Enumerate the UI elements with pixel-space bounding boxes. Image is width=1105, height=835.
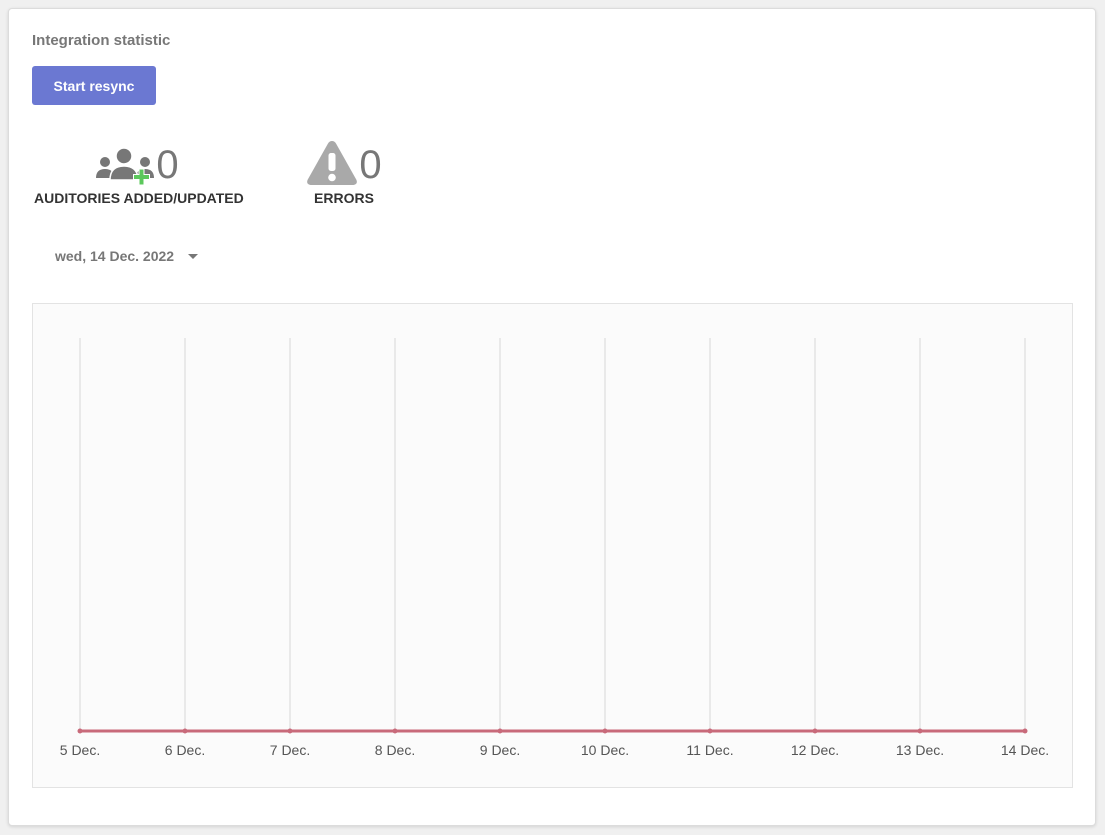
- x-tick-label-6: 11 Dec.: [686, 742, 733, 758]
- data-point-5[interactable]: [602, 728, 608, 734]
- x-tick-label-5: 10 Dec.: [581, 742, 629, 758]
- chevron-down-icon: [188, 253, 199, 259]
- data-point-7[interactable]: [812, 728, 818, 734]
- data-point-6[interactable]: [707, 728, 713, 734]
- data-point-4[interactable]: [497, 728, 503, 734]
- data-point-3[interactable]: [392, 728, 398, 734]
- data-point-0[interactable]: [77, 728, 83, 734]
- start-resync-button[interactable]: Start resync: [32, 66, 156, 105]
- x-tick-label-3: 8 Dec.: [375, 742, 415, 758]
- x-tick-label-4: 9 Dec.: [480, 742, 520, 758]
- data-point-8[interactable]: [917, 728, 923, 734]
- stat-errors: 0 ERRORS: [305, 137, 383, 206]
- warning-icon: [307, 141, 358, 185]
- chart-container: 5 Dec. 6 Dec. 7 Dec. 8 Dec. 9 Dec. 10 Dec. 11 …: [32, 303, 1073, 788]
- date-dropdown[interactable]: wed, 14 Dec. 2022: [55, 248, 199, 264]
- x-tick-label-2: 7 Dec.: [270, 742, 310, 758]
- data-point-2[interactable]: [287, 728, 293, 734]
- x-tick-label-9: 14 Dec.: [1001, 742, 1049, 758]
- line-chart: 5 Dec. 6 Dec. 7 Dec. 8 Dec. 9 Dec. 10 Dec. 11 …: [60, 338, 1049, 758]
- auditories-count: 0: [156, 143, 179, 187]
- data-point-9[interactable]: [1022, 728, 1028, 734]
- x-tick-label-0: 5 Dec.: [60, 742, 100, 758]
- panel-title: Integration statistic: [32, 32, 171, 49]
- errors-label: ERRORS: [314, 190, 374, 206]
- errors-count: 0: [359, 143, 382, 187]
- auditories-label: AUDITORIES ADDED/UPDATED: [34, 190, 244, 206]
- x-tick-label-1: 6 Dec.: [165, 742, 205, 758]
- selected-date: wed, 14 Dec. 2022: [55, 248, 175, 264]
- integration-statistic-panel: Integration statistic Start resync 0 AUD…: [8, 8, 1096, 826]
- x-tick-label-7: 12 Dec.: [791, 742, 839, 758]
- users-add-icon: [96, 147, 155, 186]
- stat-auditories: 0 AUDITORIES ADDED/UPDATED: [34, 137, 244, 206]
- data-point-1[interactable]: [182, 728, 188, 734]
- x-tick-label-8: 13 Dec.: [896, 742, 944, 758]
